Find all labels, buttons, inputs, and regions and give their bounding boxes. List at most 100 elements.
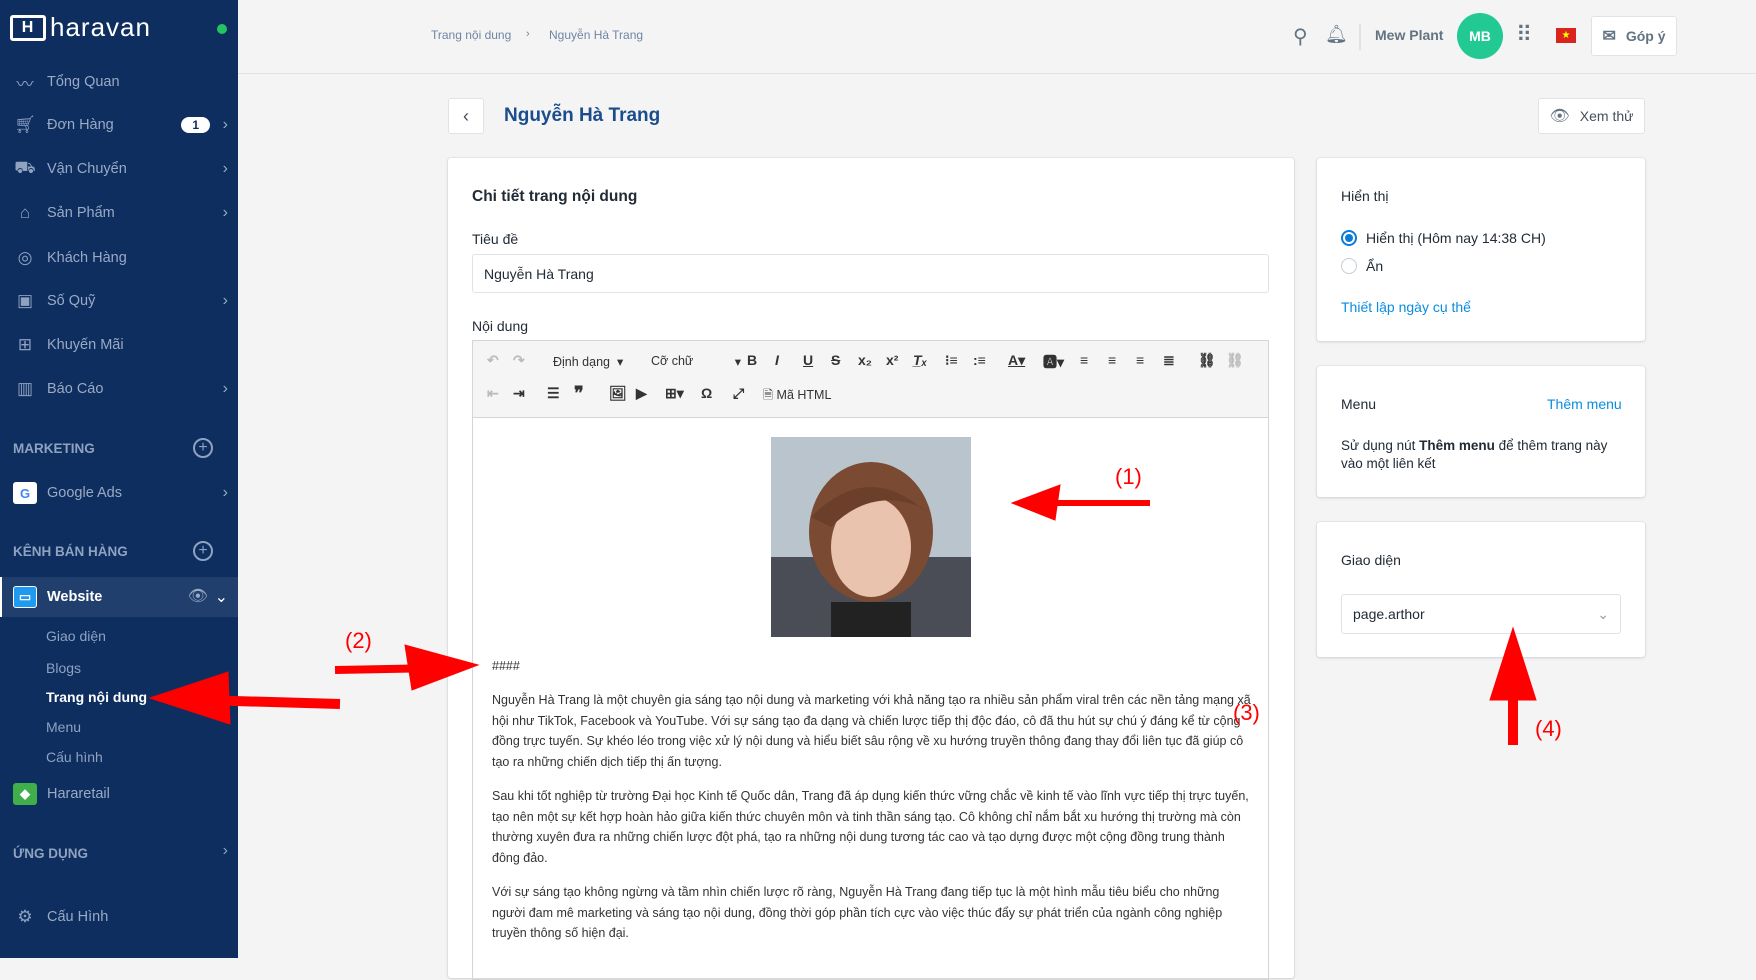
sidebar-item-settings[interactable]: ⚙ Cấu Hình <box>0 899 238 935</box>
theme-heading: Giao diện <box>1341 552 1401 568</box>
outdent-icon[interactable]: ⇤ <box>487 385 499 402</box>
indent-icon[interactable]: ⇥ <box>513 385 525 402</box>
sales-channel-heading: KÊNH BÁN HÀNG <box>13 544 128 559</box>
apps-heading: ỨNG DỤNG <box>13 846 88 861</box>
background-color-icon[interactable]: 🅰▾ <box>1043 352 1064 372</box>
chevron-right-icon: › <box>222 380 228 397</box>
sidebar-item-promotions[interactable]: ⊞ Khuyến Mãi <box>0 327 238 363</box>
label: Khuyến Mãi <box>47 337 124 353</box>
justify-icon[interactable]: ≣ <box>1163 352 1175 369</box>
eye-icon[interactable]: 👁︎ <box>188 586 208 606</box>
title-input[interactable] <box>472 254 1269 293</box>
sidebar-item-products[interactable]: ⌂ Sản Phẩm › <box>0 195 238 231</box>
subscript-icon[interactable]: x₂ <box>858 352 872 368</box>
sidebar-item-overview[interactable]: 〰 Tổng Quan <box>0 64 238 100</box>
format-dropdown[interactable]: Định dạng ▾ <box>553 354 623 369</box>
special-char-icon[interactable]: Ω <box>701 385 712 401</box>
blockquote-icon[interactable]: ❞ <box>574 383 584 404</box>
author-photo[interactable] <box>771 437 971 637</box>
align-center-icon[interactable]: ≡ <box>1108 352 1116 368</box>
haravan-logo[interactable]: Hharavan <box>10 12 151 43</box>
breadcrumb-pages[interactable]: Trang nội dung <box>431 28 511 42</box>
sidebar-item-google-ads[interactable]: G Google Ads › <box>0 475 238 511</box>
add-menu-link[interactable]: Thêm menu <box>1547 396 1622 412</box>
radio-unchecked-icon <box>1341 258 1357 274</box>
label: Vận Chuyển <box>47 161 127 177</box>
back-button[interactable]: ‹ <box>448 98 484 134</box>
sidebar-item-cashbook[interactable]: ▣ Số Quỹ › <box>0 283 238 319</box>
report-icon: ▥ <box>16 379 34 398</box>
align-left-icon[interactable]: ≡ <box>1080 352 1088 368</box>
store-icon: ▭ <box>13 586 37 608</box>
link-icon[interactable]: ⛓ <box>1198 352 1216 369</box>
sidebar-item-reports[interactable]: ▥ Báo Cáo › <box>0 371 238 407</box>
strikethrough-icon[interactable]: S <box>831 352 840 368</box>
gift-icon: ⊞ <box>17 335 33 354</box>
chevron-down-icon[interactable]: ⌄ <box>215 587 228 607</box>
sidebar-sub-pages[interactable]: Trang nội dung <box>46 689 147 705</box>
search-icon[interactable]: ⚲ <box>1293 24 1308 49</box>
font-size-dropdown[interactable]: Cỡ chữ ▾ <box>651 354 741 369</box>
image-icon[interactable]: 🖼︎ <box>609 385 627 402</box>
video-icon[interactable]: ▶ <box>636 385 647 402</box>
undo-icon[interactable]: ↶ <box>487 352 499 369</box>
set-date-link[interactable]: Thiết lập ngày cụ thể <box>1341 299 1471 315</box>
horizontal-rule-icon[interactable]: ☰ <box>547 385 560 402</box>
mail-icon: ✉ <box>1602 28 1616 45</box>
add-channel-icon[interactable]: + <box>193 541 213 561</box>
brand-name: haravan <box>50 12 151 42</box>
gear-icon: ⚙ <box>17 907 33 926</box>
annotation-2: (2) <box>345 628 372 653</box>
text-color-icon[interactable]: A▾ <box>1008 352 1025 369</box>
superscript-icon[interactable]: x² <box>886 352 898 368</box>
apps-grid-icon[interactable]: ⠿ <box>1516 22 1532 48</box>
clear-format-icon[interactable]: T̲ₓ <box>913 352 927 368</box>
avatar[interactable]: MB <box>1457 13 1503 59</box>
label: Xem thử <box>1579 108 1634 124</box>
sidebar-item-website[interactable]: ▭ Website 👁︎ ⌄ <box>0 577 238 617</box>
paragraph-3: Với sự sáng tạo không ngừng và tầm nhìn … <box>492 885 1223 940</box>
theme-select[interactable]: page.arthor ⌄ <box>1341 594 1621 634</box>
fullscreen-icon[interactable]: ⤢ <box>733 385 744 402</box>
truck-icon: ⛟ <box>14 158 36 177</box>
numbered-list-icon[interactable]: ⁝≡ <box>945 352 958 369</box>
add-marketing-icon[interactable]: + <box>193 438 213 458</box>
underline-icon[interactable]: U <box>803 352 813 368</box>
sidebar-sub-blogs[interactable]: Blogs <box>46 660 81 676</box>
preview-button[interactable]: 👁︎ Xem thử <box>1538 98 1645 134</box>
paragraph-1: Nguyễn Hà Trang là một chuyên gia sáng t… <box>492 693 1251 769</box>
marketing-heading: MARKETING <box>13 441 95 456</box>
theme-card <box>1317 522 1645 657</box>
selected-value: page.arthor <box>1353 606 1425 622</box>
title-label: Tiêu đề <box>472 231 519 247</box>
label: Hiển thị (Hôm nay 14:38 CH) <box>1366 230 1546 246</box>
sidebar-item-orders[interactable]: 🛒︎ Đơn Hàng 1 › <box>0 107 238 143</box>
unlink-icon[interactable]: ⛓ <box>1226 352 1244 369</box>
bold-icon[interactable]: B <box>747 352 757 368</box>
sidebar-item-hararetail[interactable]: ◆ Hararetail <box>0 776 238 812</box>
hararetail-icon: ◆ <box>13 783 37 805</box>
chevron-right-icon[interactable]: › <box>223 842 228 860</box>
sidebar-sub-settings[interactable]: Cấu hình <box>46 749 103 765</box>
vietnam-flag-icon[interactable]: ★ <box>1556 28 1576 43</box>
redo-icon[interactable]: ↷ <box>513 352 525 369</box>
menu-description: Sử dụng nút Thêm menu để thêm trang này … <box>1341 437 1631 473</box>
bullet-list-icon[interactable]: :≡ <box>973 352 986 368</box>
sidebar-sub-theme[interactable]: Giao diện <box>46 628 106 644</box>
html-source-button[interactable]: 🗎 Mã HTML <box>763 386 831 407</box>
sidebar-sub-menu[interactable]: Menu <box>46 719 81 735</box>
feedback-button[interactable]: ✉ Góp ý <box>1591 16 1677 56</box>
store-name[interactable]: Mew Plant <box>1375 27 1443 43</box>
align-right-icon[interactable]: ≡ <box>1136 352 1144 368</box>
radio-hide[interactable]: Ẩn <box>1341 258 1383 274</box>
label: Báo Cáo <box>47 381 104 397</box>
sidebar-item-shipping[interactable]: ⛟ Vận Chuyển › <box>0 151 238 187</box>
sidebar-item-customers[interactable]: ◎ Khách Hàng <box>0 240 238 276</box>
bell-icon[interactable]: 🔔︎ <box>1325 24 1348 45</box>
radio-show[interactable]: Hiển thị (Hôm nay 14:38 CH) <box>1341 230 1546 246</box>
menu-card <box>1317 366 1645 497</box>
table-icon[interactable]: ⊞▾ <box>665 385 684 402</box>
editor-toolbar: ↶ ↷ Định dạng ▾ Cỡ chữ ▾ B I U S x₂ x² T̲… <box>473 341 1268 418</box>
italic-icon[interactable]: I <box>775 352 779 368</box>
label: Mã HTML <box>776 388 832 402</box>
